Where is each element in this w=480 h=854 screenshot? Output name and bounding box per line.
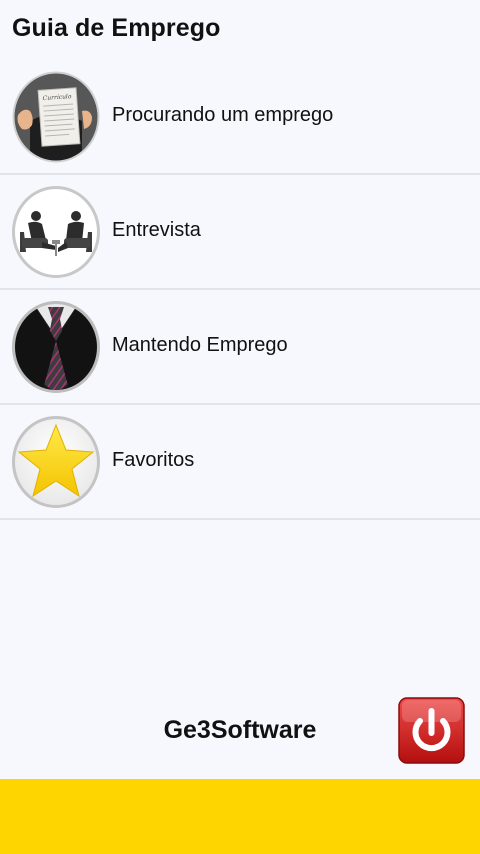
page-title: Guia de Emprego [12,14,221,42]
menu-item-mantendo[interactable]: Mantendo Emprego [0,290,480,405]
menu-item-favoritos[interactable]: Favoritos [0,405,480,520]
interview-icon [12,186,100,278]
menu-item-label: Entrevista [112,219,201,241]
menu-item-label: Procurando um emprego [112,104,334,126]
menu-item-procurando[interactable]: Currículo Procurando um emprego [0,60,480,175]
tie-icon [12,301,100,393]
power-button[interactable] [398,697,465,764]
menu-item-label: Mantendo Emprego [112,334,288,356]
ad-banner[interactable] [0,779,480,854]
app-screen: Guia de Emprego Currículo Procurando um … [0,0,480,854]
menu-item-label: Favoritos [112,449,195,471]
resume-document-icon: Currículo [12,71,100,163]
menu-item-entrevista[interactable]: Entrevista [0,175,480,290]
menu-list: Currículo Procurando um emprego Entrevis… [0,60,480,520]
star-icon [12,416,100,508]
